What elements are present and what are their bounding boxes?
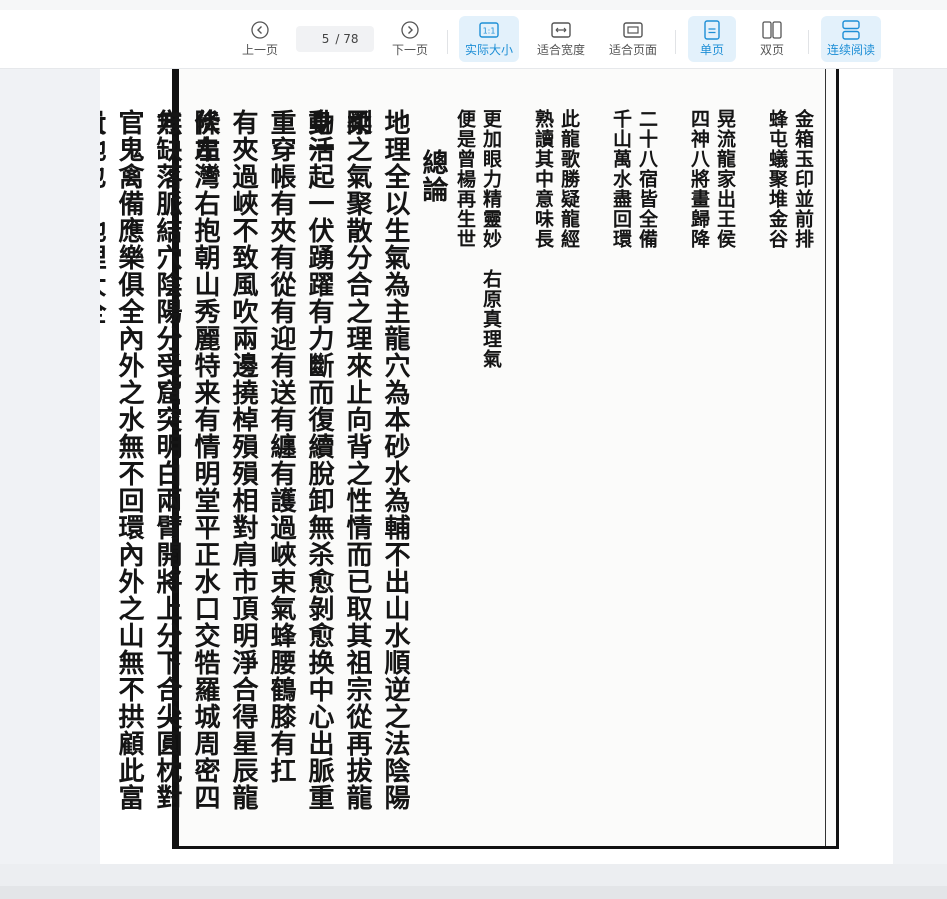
text-column: 官鬼禽備應樂俱全內外之水無不回環內外之山無不拱顧此富貴 — [100, 109, 144, 811]
chevron-right-icon — [401, 18, 419, 42]
text-column: 伏左灣右抱朝山秀麗特来有情明堂平正水口交牿羅城周密四方 — [152, 109, 220, 811]
text-column: 便是曾楊再生世 — [454, 109, 476, 249]
text-column: 柔之氣聚散分合之理來止向背之性情而已取其祖宗從再拔龍身活 — [304, 109, 372, 811]
chevron-left-icon — [251, 18, 269, 42]
double-page-icon — [762, 18, 782, 42]
fit-page-icon — [623, 18, 643, 42]
text-column: 熟讀其中意味長 — [532, 109, 554, 249]
section-heading: 總論 — [418, 149, 448, 203]
text-column — [660, 109, 686, 829]
text-column — [504, 109, 530, 829]
text-column: 金箱玉印並前排 — [792, 109, 814, 249]
text-column — [582, 109, 608, 829]
text-column: 重穿帳有夾有從有迎有送有纏有護過峽束氣蜂腰鶴膝有扛 — [266, 109, 296, 784]
single-page-icon — [704, 18, 720, 42]
text-column: 四神八將畫歸降 — [688, 109, 710, 249]
text-column — [738, 109, 764, 829]
text-column: 動一起一伏踴躍有力斷而復續脫卸無杀愈剝愈换中心出脈重 — [304, 109, 334, 811]
viewer-toolbar: 上一页 / 78 下一页 1:1 实际大小 适合宽度 适合页面 单页 — [0, 10, 947, 69]
prev-page-label: 上一页 — [241, 43, 278, 57]
toolbar-divider — [808, 30, 809, 54]
actual-size-label: 实际大小 — [464, 43, 513, 57]
fit-page-button[interactable]: 适合页面 — [605, 16, 661, 62]
text-column: 晃流龍家出王侯 — [714, 109, 736, 249]
text-column: 二十八宿皆全備 — [636, 109, 658, 249]
text-column: 更加眼力精靈妙 右原真理氣 — [480, 109, 502, 369]
fit-page-label: 适合页面 — [608, 43, 657, 57]
single-page-button[interactable]: 单页 — [688, 16, 736, 62]
text-columns: 金箱玉印並前排 蜂屯蟻聚堆金谷 晃流龍家出王侯 四神八將畫歸降 二十八宿皆全備 千山萬水盡… — [100, 109, 816, 829]
text-column: 千山萬水盡回環 — [610, 109, 632, 249]
next-page-button[interactable]: 下一页 — [388, 16, 432, 62]
continuous-reading-icon — [842, 18, 860, 42]
scanned-manuscript: 金箱玉印並前排 蜂屯蟻聚堆金谷 晃流龍家出王侯 四神八將畫歸降 二十八宿皆全備 千山萬水盡… — [100, 69, 839, 849]
continuous-reading-label: 连续阅读 — [826, 43, 875, 57]
text-column: 蜂屯蟻聚堆金谷 — [766, 109, 788, 249]
actual-size-icon-text: 1:1 — [483, 27, 496, 36]
toolbar-divider — [447, 30, 448, 54]
window-top-strip — [0, 0, 947, 10]
next-page-label: 下一页 — [391, 43, 428, 57]
text-column: 地理全以生氣為主龍穴為本砂水為輔不出山水順逆之法陰陽剛 — [342, 109, 410, 811]
page-border-rule — [825, 69, 826, 846]
page-number-box: / 78 — [296, 26, 374, 52]
actual-size-button[interactable]: 1:1 实际大小 — [459, 16, 519, 62]
fit-width-icon — [551, 18, 571, 42]
text-column: 此龍歌勝疑龍經 — [558, 109, 580, 249]
text-column: 無缺落脈結穴陰陽分受窟突明白兩臂開將上分下合尖圓枕對 — [152, 109, 182, 811]
double-page-label: 双页 — [759, 43, 784, 57]
horizontal-scrollbar[interactable] — [0, 886, 947, 899]
document-viewport[interactable]: 金箱玉印並前排 蜂屯蟻聚堆金谷 晃流龍家出王侯 四神八將畫歸降 二十八宿皆全備 千山萬水盡… — [0, 69, 947, 864]
document-page: 金箱玉印並前排 蜂屯蟻聚堆金谷 晃流龍家出王侯 四神八將畫歸降 二十八宿皆全備 千山萬水盡… — [100, 69, 893, 864]
toolbar-divider — [675, 30, 676, 54]
single-page-label: 单页 — [699, 43, 724, 57]
continuous-reading-button[interactable]: 连续阅读 — [821, 16, 881, 62]
fit-width-button[interactable]: 适合宽度 — [533, 16, 589, 62]
actual-size-icon: 1:1 — [479, 18, 499, 42]
double-page-button[interactable]: 双页 — [750, 16, 794, 62]
text-column: 有夾過峽不致風吹兩邊撓棹殞殞相對肩市頂明淨合得星辰龍降串 — [190, 109, 258, 811]
fit-width-label: 适合宽度 — [536, 43, 585, 57]
bottom-bar — [0, 864, 947, 899]
page-total: / 78 — [335, 32, 359, 46]
current-page-input[interactable] — [311, 32, 330, 46]
text-column: 大地也 地理大全 — [100, 109, 106, 325]
prev-page-button[interactable]: 上一页 — [238, 16, 282, 62]
